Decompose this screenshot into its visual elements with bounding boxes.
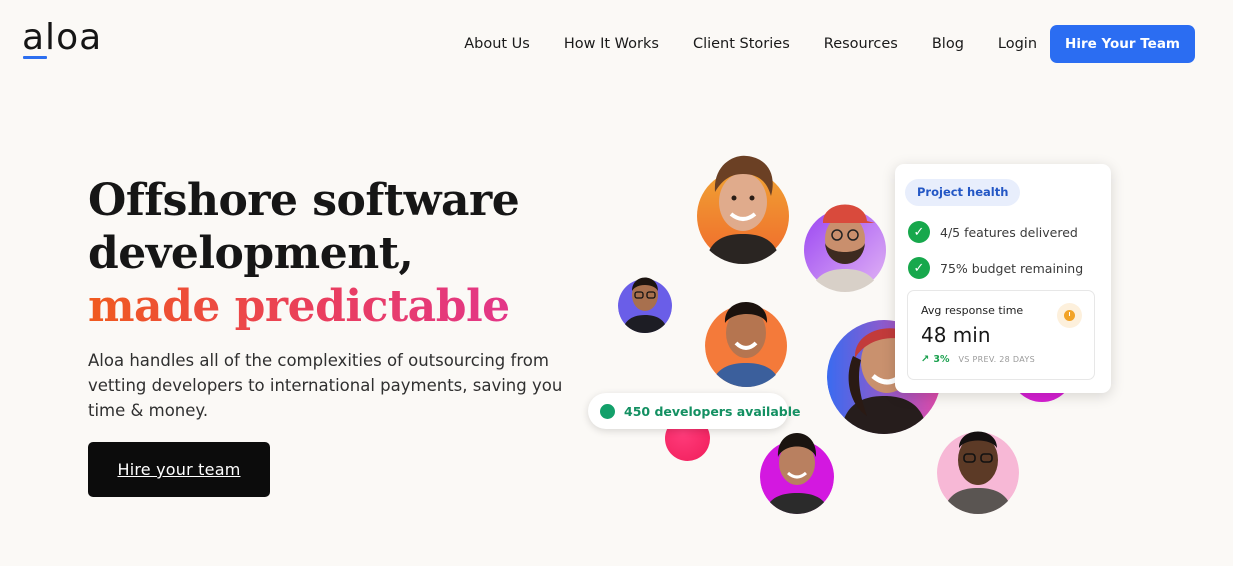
hero-headline: Offshore software development, made pred… (88, 174, 588, 333)
main-nav: About Us How It Works Client Stories Res… (464, 25, 1195, 63)
headline-line-2: development, (88, 228, 414, 279)
developers-available-label: 450 developers available (624, 403, 801, 419)
nav-how-it-works[interactable]: How It Works (564, 36, 659, 52)
hero-subcopy: Aloa handles all of the complexities of … (88, 351, 563, 420)
hire-your-team-button[interactable]: Hire Your Team (1050, 25, 1195, 63)
developer-avatar-2 (803, 193, 887, 292)
trend-note: VS PREV. 28 DAYS (958, 355, 1035, 364)
developer-avatar-4 (705, 289, 788, 387)
check-label-budget: 75% budget remaining (940, 260, 1084, 276)
project-health-card: Project health ✓ 4/5 features delivered … (895, 164, 1111, 393)
developer-avatar-3 (618, 265, 672, 333)
checkmark-icon: ✓ (908, 221, 930, 243)
check-label-features: 4/5 features delivered (940, 224, 1078, 240)
clock-icon (1057, 303, 1082, 328)
check-row-budget: ✓ 75% budget remaining (908, 257, 1083, 279)
check-row-features: ✓ 4/5 features delivered (908, 221, 1078, 243)
headline-highlight: made predictable (88, 280, 588, 333)
hire-your-team-hero-button[interactable]: Hire your team (88, 442, 270, 497)
trend-percent: 3% (933, 354, 950, 365)
developer-avatar-6 (760, 421, 834, 514)
avg-response-label: Avg response time (921, 304, 1024, 317)
nav-resources[interactable]: Resources (824, 36, 898, 52)
developers-available-pill: 450 developers available (588, 393, 800, 429)
avg-response-trend: ↗ 3% VS PREV. 28 DAYS (921, 354, 1035, 365)
headline-line-1: Offshore software (88, 175, 520, 226)
avg-response-card: Avg response time 48 min ↗ 3% VS PREV. 2… (907, 290, 1095, 380)
avg-response-value: 48 min (921, 323, 991, 347)
nav-blog[interactable]: Blog (932, 36, 964, 52)
nav-about-us[interactable]: About Us (464, 36, 530, 52)
nav-login[interactable]: Login (998, 36, 1037, 52)
nav-client-stories[interactable]: Client Stories (693, 36, 790, 52)
logo-underline (23, 56, 47, 59)
project-health-tag: Project health (905, 179, 1021, 206)
developer-avatar-1 (695, 152, 791, 264)
developer-avatar-7 (937, 416, 1019, 514)
trend-up-icon: ↗ (921, 354, 930, 365)
availability-dot-icon (600, 403, 615, 419)
checkmark-icon: ✓ (908, 257, 930, 279)
aloa-logo[interactable]: aloa (22, 18, 102, 58)
